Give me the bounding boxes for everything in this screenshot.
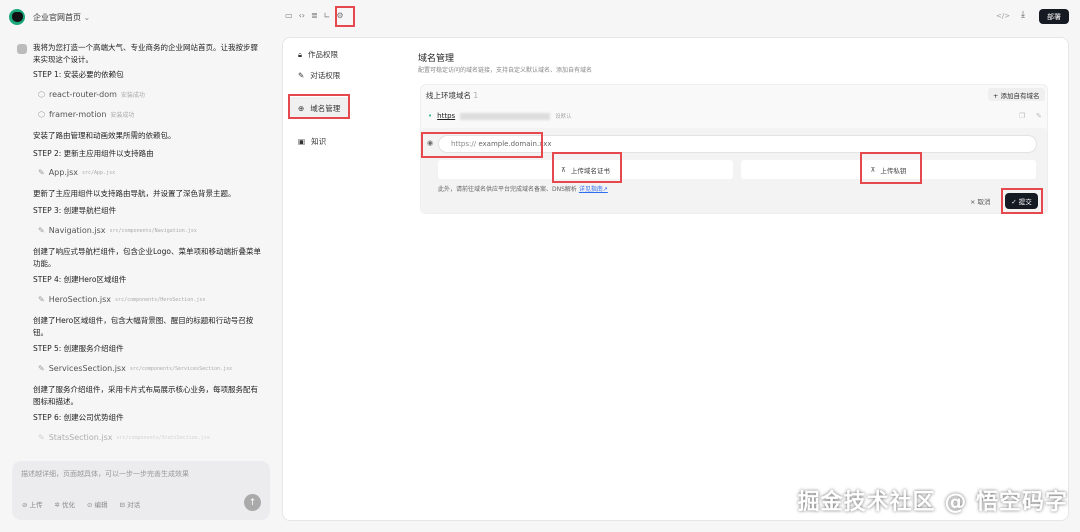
chat-input[interactable]: 描述越详细，页面越具体，可以一步一步完善生成效果 ⊘ 上传 ✲ 优化 ⊙ 编辑 … [12, 461, 270, 520]
highlight-box [1001, 188, 1043, 214]
step-heading: STEP 6: 创建公司优势组件 [33, 413, 124, 422]
step-heading: STEP 5: 创建服务介绍组件 [33, 344, 124, 353]
app-logo [9, 9, 25, 25]
env-domain-label: 线上环境域名 1 [426, 90, 478, 101]
step-summary: 创建了服务介绍组件，采用卡片式布局展示核心业务，每项服务配有图标和描述。 [33, 385, 258, 406]
code-view-button[interactable]: </> [996, 12, 1010, 20]
assistant-avatar [17, 44, 27, 54]
domain-row: • https 设默认 [428, 112, 572, 120]
nav-item-work-permission[interactable]: 🔒︎ 作品权限 [298, 49, 338, 60]
status-dot-icon: • [428, 112, 433, 120]
intro-message: 我将为您打造一个高端大气、专业商务的企业网站首页。让我按步骤来实现这个设计。 [33, 43, 258, 64]
install-status: 安装成功 [120, 92, 145, 99]
download-icon[interactable]: ⤓ [1021, 10, 1025, 20]
send-button[interactable]: ↑ [244, 494, 261, 511]
step-heading: STEP 2: 更新主应用组件以支持路由 [33, 149, 154, 158]
file-path: src/App.jsx [82, 169, 116, 176]
package-item: ⬡ framer-motion 安装成功 [38, 110, 134, 119]
database-icon[interactable]: ≣ [311, 11, 318, 20]
note-text: 此外，请前往域名供应平台完成域名备案、DNS解析 [438, 186, 577, 193]
step-heading: STEP 1: 安装必要的依赖包 [33, 70, 124, 79]
file-item[interactable]: ✎ HeroSection.jsx src/components/HeroSecti… [38, 295, 205, 304]
pencil-icon: ✎ [38, 168, 45, 177]
nav-label: 知识 [311, 137, 327, 146]
add-domain-button[interactable]: + 添加自有域名 [988, 88, 1045, 101]
chat-input-placeholder: 描述越详细，页面越具体，可以一步一步完善生成效果 [21, 470, 189, 478]
nav-label: 对话权限 [310, 71, 341, 80]
step-summary: 安装了路由管理和动画效果所需的依赖包。 [33, 131, 176, 140]
highlight-box [860, 152, 922, 184]
watermark: 掘金技术社区 @ 悟空码字 [797, 490, 1068, 515]
arrow-up-icon: ↑ [248, 497, 257, 508]
install-status: 安装成功 [110, 112, 135, 119]
file-name: App.jsx [48, 168, 78, 177]
chevron-down-icon: ⌄ [83, 13, 91, 22]
project-title-text: 企业官网首页 [33, 13, 81, 22]
deploy-button[interactable]: 部署 [1039, 9, 1069, 24]
nav-item-chat-permission[interactable]: ✎ 对话权限 [298, 70, 340, 81]
optimize-button[interactable]: ✲ 优化 [55, 499, 76, 509]
file-item[interactable]: ✎ ServicesSection.jsx src/components/Servi… [38, 364, 232, 373]
env-count: 1 [473, 91, 479, 100]
pencil-icon: ✎ [38, 295, 45, 304]
dns-note: 此外，请前往域名供应平台完成域名备案、DNS解析 详见指南↗ [438, 184, 608, 193]
env-label-text: 线上环境域名 [426, 91, 471, 100]
domain-link[interactable]: https [437, 112, 455, 120]
chart-icon[interactable]: ∟ [324, 11, 331, 20]
pencil-icon: ✎ [298, 71, 305, 80]
package-name: react-router-dom [48, 90, 117, 99]
file-name: StatsSection.jsx [48, 433, 113, 442]
dialog-label: 对话 [127, 501, 141, 509]
optimize-label: 优化 [62, 501, 76, 509]
pencil-icon: ✎ [38, 226, 45, 235]
upload-button[interactable]: ⊘ 上传 [22, 499, 43, 509]
file-item[interactable]: ✎ App.jsx src/App.jsx [38, 168, 115, 177]
file-path: src/components/ServicesSection.jsx [129, 365, 233, 372]
file-path: src/components/Navigation.jsx [109, 227, 197, 234]
code-icon[interactable]: ‹› [299, 11, 305, 20]
pencil-icon: ✎ [38, 364, 45, 373]
file-name: Navigation.jsx [48, 226, 106, 235]
lock-icon: 🔒︎ [298, 49, 302, 59]
blurred-domain [460, 112, 551, 120]
chat-panel: 企业官网首页 ⌄ 我将为您打造一个高端大气、专业商务的企业网站首页。让我按步骤来… [0, 0, 280, 532]
file-item[interactable]: ✎ StatsSection.jsx src/components/StatsSec… [38, 433, 210, 442]
file-path: src/components/HeroSection.jsx [115, 296, 206, 303]
project-title[interactable]: 企业官网首页 ⌄ [33, 12, 90, 23]
upload-label: 上传 [29, 501, 43, 509]
highlight-box [335, 6, 355, 27]
nav-label: 作品权限 [308, 50, 338, 59]
guide-link[interactable]: 详见指南↗ [579, 186, 608, 193]
highlight-box [288, 94, 350, 119]
file-path: src/components/StatsSection.jsx [116, 434, 210, 441]
copy-icon[interactable]: ❐ [1019, 112, 1025, 120]
step-summary: 更新了主应用组件以支持路由导航，并设置了深色背景主题。 [33, 189, 236, 198]
edit-label: 编辑 [94, 501, 108, 509]
edit-button[interactable]: ⊙ 编辑 [87, 499, 108, 509]
pencil-icon: ✎ [38, 433, 45, 442]
package-icon: ⬡ [38, 110, 45, 119]
highlight-box [421, 132, 543, 158]
nav-item-knowledge[interactable]: ▣ 知识 [298, 136, 326, 147]
section-title: 域名管理 [418, 54, 455, 64]
section-subtitle: 配置可稳定访问的域名链接，支持自定义默认域名、添加自有域名 [418, 67, 593, 74]
file-item[interactable]: ✎ Navigation.jsx src/components/Navigation… [38, 226, 197, 235]
dialog-button[interactable]: ⊟ 对话 [120, 499, 141, 509]
step-summary: 创建了响应式导航栏组件，包含企业Logo、菜单项和移动端折叠菜单功能。 [33, 247, 261, 268]
package-icon: ⬡ [38, 90, 45, 99]
edit-icon[interactable]: ✎ [1036, 112, 1042, 120]
preview-icon[interactable]: ▭ [285, 11, 293, 20]
step-summary: 创建了Hero区域组件，包含大幅背景图、醒目的标题和行动号召按钮。 [33, 316, 254, 337]
set-default-link[interactable]: 设默认 [555, 112, 572, 120]
step-heading: STEP 3: 创建导航栏组件 [33, 206, 117, 215]
book-icon: ▣ [298, 137, 306, 146]
deploy-label: 部署 [1047, 12, 1061, 21]
highlight-box [552, 152, 622, 183]
cancel-button[interactable]: × 取消 [970, 196, 991, 206]
package-name: framer-motion [48, 110, 107, 119]
file-name: HeroSection.jsx [48, 295, 112, 304]
package-item: ⬡ react-router-dom 安装成功 [38, 90, 145, 99]
file-name: ServicesSection.jsx [48, 364, 126, 373]
step-heading: STEP 4: 创建Hero区域组件 [33, 275, 127, 284]
